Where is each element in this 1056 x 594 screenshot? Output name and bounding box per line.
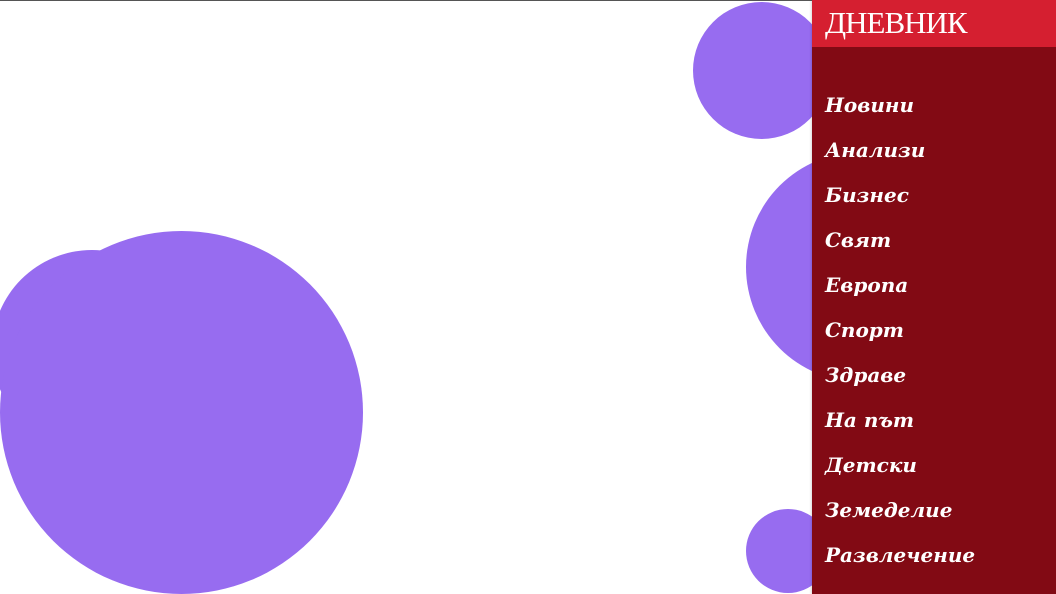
top-rule [0,0,812,1]
sidebar-menu: ДНЕВНИК Новини Анализи Бизнес Свят Европ… [812,0,1056,594]
decorative-circle [0,231,363,594]
nav-item-zemedelie[interactable]: Земеделие [812,488,1056,533]
nav-item-zdrave[interactable]: Здраве [812,353,1056,398]
decorative-circle [693,2,830,139]
nav-item-analizi[interactable]: Анализи [812,128,1056,173]
nav-item-na-pat[interactable]: На път [812,398,1056,443]
nav-item-sport[interactable]: Спорт [812,308,1056,353]
nav-item-razvlechenie[interactable]: Развлечение [812,533,1056,578]
page: ДНЕВНИК Новини Анализи Бизнес Свят Европ… [0,0,1056,594]
nav-item-evropa[interactable]: Европа [812,263,1056,308]
sidebar-nav: Новини Анализи Бизнес Свят Европа Спорт … [812,83,1056,578]
brand-bar[interactable]: ДНЕВНИК [812,0,1056,47]
nav-item-svyat[interactable]: Свят [812,218,1056,263]
brand-logo-text[interactable]: ДНЕВНИК [825,5,968,41]
nav-item-detski[interactable]: Детски [812,443,1056,488]
nav-item-biznes[interactable]: Бизнес [812,173,1056,218]
nav-item-novini[interactable]: Новини [812,83,1056,128]
